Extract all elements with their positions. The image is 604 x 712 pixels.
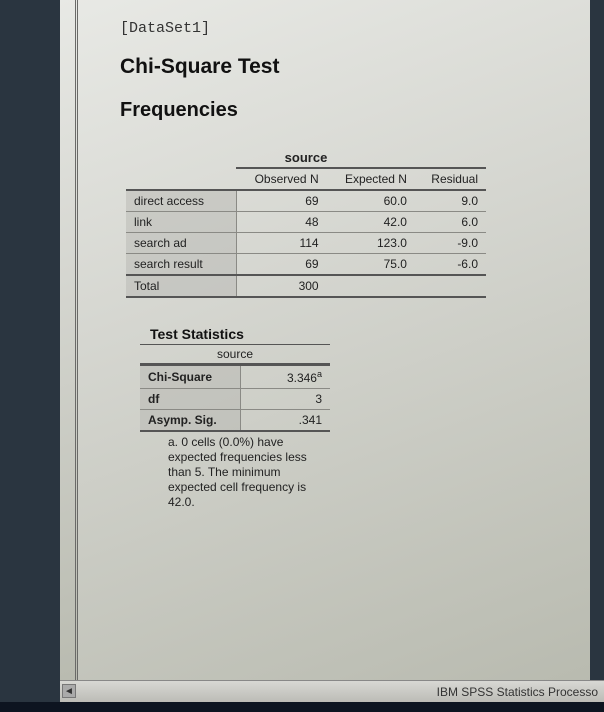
table-row: link 48 42.0 6.0 (126, 212, 486, 233)
status-text: IBM SPSS Statistics Processo (437, 685, 598, 699)
scroll-left-button[interactable]: ◄ (62, 684, 76, 698)
cell: 300 (236, 275, 327, 297)
cell (327, 275, 415, 297)
table-row-total: Total 300 (126, 275, 486, 297)
test-statistics-table: Test Statistics source Chi-Square 3.346a… (140, 326, 330, 510)
cell: -6.0 (415, 254, 486, 276)
table-row: direct access 69 60.0 9.0 (126, 190, 486, 212)
stats-subhead: source (140, 344, 330, 364)
row-label: Asymp. Sig. (140, 410, 240, 432)
status-bar: ◄ IBM SPSS Statistics Processo (60, 680, 604, 702)
frequencies-table: source Observed N Expected N Residual di… (126, 150, 486, 298)
stats-title: Test Statistics (150, 326, 330, 342)
output-page: [DataSet1] Chi-Square Test Frequencies s… (60, 0, 590, 690)
page-margin-rule (60, 0, 78, 690)
cell (415, 275, 486, 297)
row-label: search result (126, 254, 236, 276)
freq-table-title: source (126, 150, 486, 165)
cell: 48 (236, 212, 327, 233)
cell: 42.0 (327, 212, 415, 233)
table-row: df 3 (140, 389, 330, 410)
cell: -9.0 (415, 233, 486, 254)
row-label: link (126, 212, 236, 233)
taskbar-edge (0, 702, 604, 712)
table-row: search ad 114 123.0 -9.0 (126, 233, 486, 254)
section-title: Frequencies (120, 99, 560, 122)
cell: 60.0 (327, 190, 415, 212)
table-row: search result 69 75.0 -6.0 (126, 254, 486, 276)
freq-header-residual: Residual (415, 168, 486, 190)
freq-header-observed: Observed N (236, 168, 327, 190)
cell: 123.0 (327, 233, 415, 254)
table-row: Chi-Square 3.346a (140, 365, 330, 389)
row-label: df (140, 389, 240, 410)
dataset-label: [DataSet1] (120, 20, 560, 37)
cell: 75.0 (327, 254, 415, 276)
stats-footnote: a. 0 cells (0.0%) have expected frequenc… (168, 435, 308, 510)
freq-header-expected: Expected N (327, 168, 415, 190)
cell: 3 (240, 389, 330, 410)
row-label: direct access (126, 190, 236, 212)
cell: 3.346a (240, 365, 330, 389)
cell: 114 (236, 233, 327, 254)
main-title: Chi-Square Test (120, 55, 560, 79)
cell: 69 (236, 190, 327, 212)
table-row: Asymp. Sig. .341 (140, 410, 330, 432)
cell: 9.0 (415, 190, 486, 212)
cell: 6.0 (415, 212, 486, 233)
cell: .341 (240, 410, 330, 432)
cell: 69 (236, 254, 327, 276)
row-label: Total (126, 275, 236, 297)
row-label: Chi-Square (140, 365, 240, 389)
row-label: search ad (126, 233, 236, 254)
